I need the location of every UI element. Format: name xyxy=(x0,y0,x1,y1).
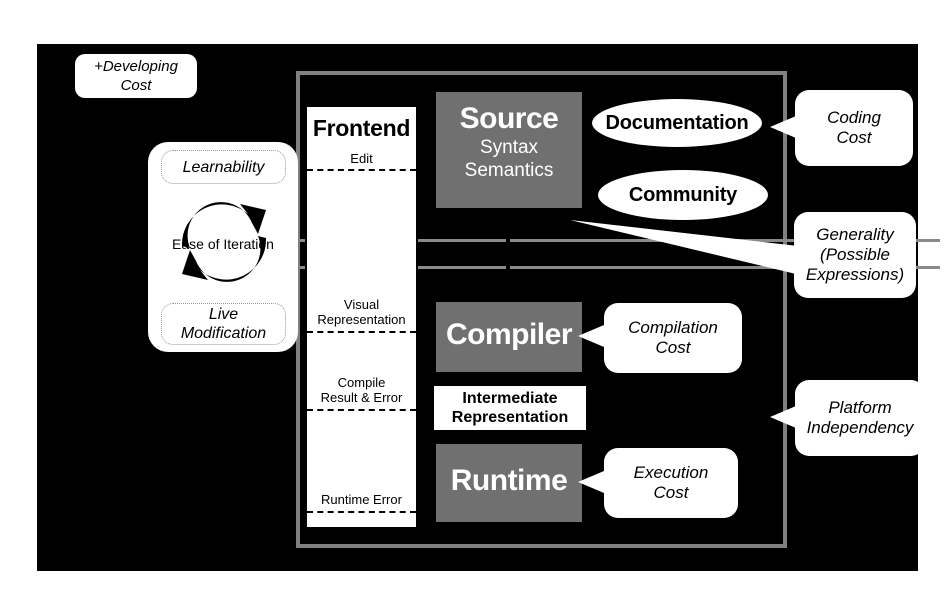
frontend-divider-1 xyxy=(307,169,416,171)
coding-cost-tail xyxy=(770,116,796,138)
live-modification-pill: Live Modification xyxy=(161,303,286,345)
compilation-cost-line1: Compilation xyxy=(628,318,718,337)
developing-cost-line1: +Developing xyxy=(94,58,178,75)
platform-independency-line2: Independency xyxy=(806,418,914,437)
execution-cost-line1: Execution xyxy=(633,463,709,482)
frontend-divider-4 xyxy=(307,511,416,513)
frontend-row-runtime-error-label: Runtime Error xyxy=(321,492,402,507)
live-modification-line1: Live xyxy=(208,306,239,323)
generality-callout: Generality (Possible Expressions) xyxy=(794,212,916,298)
frontend-title: Frontend xyxy=(312,115,411,141)
ease-of-iteration-label: Ease of Iteration xyxy=(172,236,274,252)
source-sub-syntax: Syntax xyxy=(479,137,539,158)
coding-cost-line2: Cost xyxy=(836,128,872,147)
compiler-to-ir-line xyxy=(506,370,510,386)
compilation-cost-callout: Compilation Cost xyxy=(604,303,742,373)
learnability-label: Learnability xyxy=(182,158,265,176)
coding-cost-callout: Coding Cost xyxy=(795,90,913,166)
documentation-label: Documentation xyxy=(605,111,749,134)
frontend-divider-2 xyxy=(307,331,416,333)
generality-line3: Expressions) xyxy=(805,265,905,284)
frontend-divider-3 xyxy=(307,409,416,411)
runtime-title: Runtime xyxy=(450,464,568,497)
generality-line2: (Possible xyxy=(820,245,890,264)
execution-cost-line2: Cost xyxy=(653,483,689,502)
compiler-title: Compiler xyxy=(445,318,573,351)
generality-line1: Generality xyxy=(816,225,894,244)
developing-cost-line2: Cost xyxy=(120,77,152,94)
platform-independency-tail xyxy=(770,406,796,428)
documentation-ellipse: Documentation xyxy=(592,99,762,147)
generality-tail xyxy=(570,220,798,274)
platform-independency-line1: Platform xyxy=(828,398,892,417)
ir-line2: Representation xyxy=(451,409,569,426)
ir-line1: Intermediate xyxy=(462,390,558,407)
developing-cost-callout: +Developing Cost xyxy=(75,54,197,98)
platform-independency-callout: Platform Independency xyxy=(795,380,925,456)
compilation-cost-line2: Cost xyxy=(655,338,691,357)
coding-cost-line1: Coding xyxy=(827,108,881,127)
frontend-row-visual-line1: Visual xyxy=(343,297,380,312)
execution-cost-tail xyxy=(578,471,604,493)
execution-cost-callout: Execution Cost xyxy=(604,448,738,518)
intermediate-representation-box: Intermediate Representation xyxy=(434,386,586,430)
live-modification-line2: Modification xyxy=(180,325,267,342)
diagram-canvas: Frontend Edit Visual Representation Comp… xyxy=(0,0,947,610)
frontend-row-visual-line2: Representation xyxy=(317,312,406,327)
frontend-row-compile-line2: Result & Error xyxy=(320,390,403,405)
source-title: Source xyxy=(459,102,559,135)
frontend-row-compile-line1: Compile xyxy=(337,375,386,390)
compiler-box: Compiler xyxy=(436,302,582,372)
compilation-cost-tail xyxy=(578,325,604,347)
source-sub-semantics: Semantics xyxy=(464,160,554,181)
learnability-pill: Learnability xyxy=(161,150,286,184)
frontend-row-edit-label: Edit xyxy=(350,151,373,166)
runtime-box: Runtime xyxy=(436,444,582,522)
source-box: Source Syntax Semantics xyxy=(436,92,582,208)
frontend-column: Frontend Edit Visual Representation Comp… xyxy=(305,105,418,529)
